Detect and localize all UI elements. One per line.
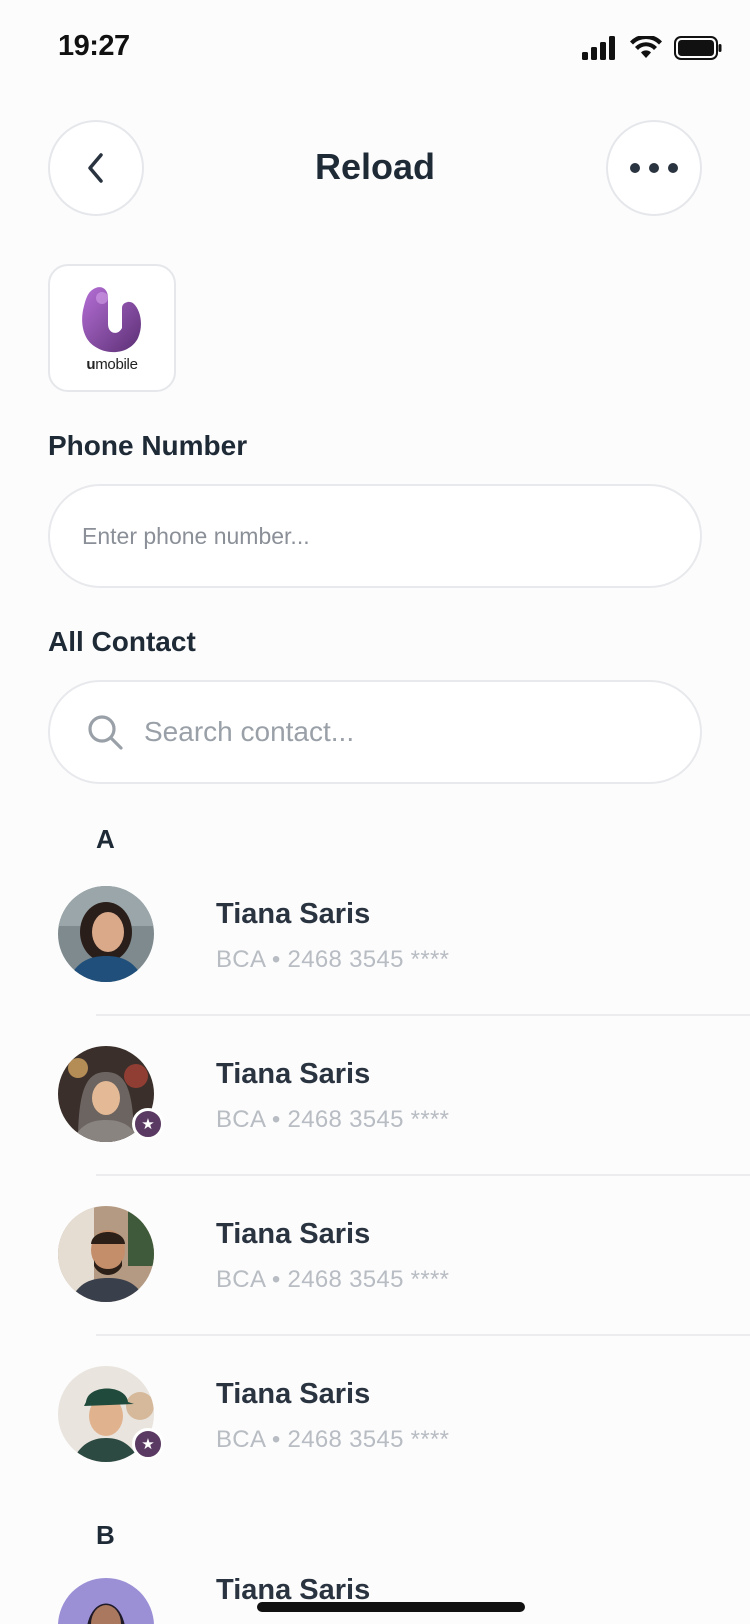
- avatar: [58, 886, 154, 982]
- contact-row[interactable]: Tiana Saris BCA • 2468 3545 ****: [0, 1206, 750, 1366]
- phone-number-label: Phone Number: [48, 430, 248, 461]
- contact-name: Tiana Saris: [216, 1218, 371, 1250]
- favorite-badge: ★: [132, 1428, 164, 1460]
- row-divider: [96, 1174, 750, 1176]
- more-horizontal-icon: [630, 163, 678, 173]
- provider-logo[interactable]: umobile: [48, 264, 176, 392]
- search-icon: [88, 715, 123, 750]
- more-options-button[interactable]: [606, 120, 702, 216]
- home-indicator[interactable]: [257, 1602, 525, 1612]
- avatar: [58, 1206, 154, 1302]
- phone-number-input[interactable]: Enter phone number...: [48, 484, 702, 588]
- avatar: [58, 1578, 154, 1624]
- contact-row[interactable]: ★ Tiana Saris BCA • 2468 3545 ****: [0, 1046, 750, 1206]
- row-divider: [96, 1014, 750, 1016]
- wifi-icon: [630, 36, 662, 58]
- all-contact-label: All Contact: [48, 626, 196, 657]
- contact-name: Tiana Saris: [216, 898, 371, 930]
- contact-row[interactable]: ★ Tiana Saris BCA • 2468 3545 ****: [0, 1366, 750, 1526]
- contact-row[interactable]: Tiana Saris: [0, 1578, 750, 1624]
- group-letter-b: B: [96, 1520, 115, 1550]
- star-icon: ★: [141, 1435, 155, 1453]
- status-bar: 19:27: [0, 0, 750, 94]
- star-icon: ★: [141, 1115, 155, 1133]
- favorite-badge: ★: [132, 1108, 164, 1140]
- contact-account: BCA • 2468 3545 ****: [216, 946, 450, 973]
- contact-name: Tiana Saris: [216, 1378, 371, 1410]
- umobile-logo-icon: [82, 286, 141, 352]
- contact-name: Tiana Saris: [216, 1058, 371, 1090]
- contact-row[interactable]: Tiana Saris BCA • 2468 3545 ****: [0, 886, 750, 1046]
- contact-account: BCA • 2468 3545 ****: [216, 1426, 450, 1453]
- contact-account: BCA • 2468 3545 ****: [216, 1266, 450, 1293]
- provider-name: umobile: [86, 355, 138, 373]
- phone-number-placeholder: Enter phone number...: [82, 522, 310, 549]
- status-time: 19:27: [58, 30, 130, 62]
- group-letter-a: A: [96, 824, 115, 854]
- status-icons: [582, 34, 722, 62]
- signal-icon: [582, 36, 615, 60]
- contact-account: BCA • 2468 3545 ****: [216, 1106, 450, 1133]
- search-placeholder: Search contact...: [144, 716, 355, 747]
- row-divider: [96, 1334, 750, 1336]
- search-contact-input[interactable]: Search contact...: [48, 680, 702, 784]
- battery-icon: [674, 36, 722, 60]
